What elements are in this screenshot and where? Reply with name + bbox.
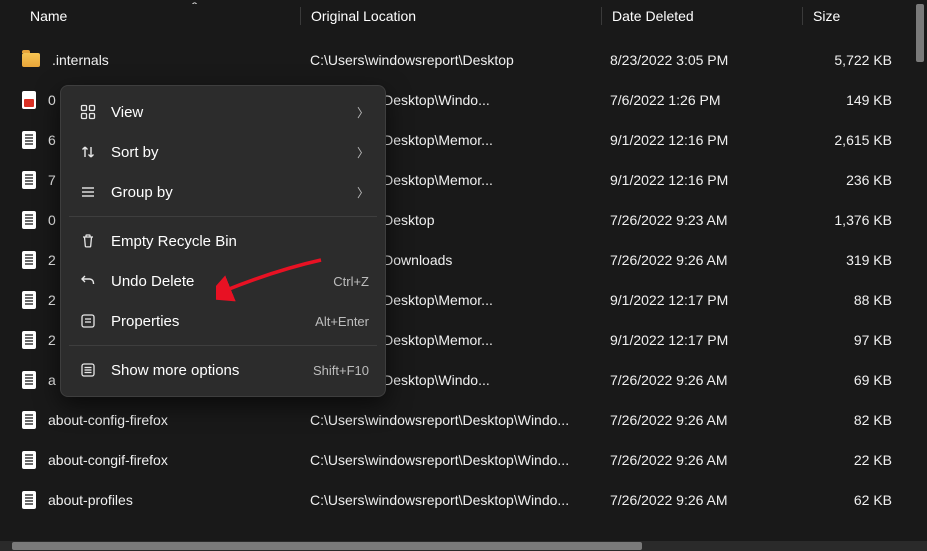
- file-size: 2,615 KB: [834, 132, 892, 148]
- file-location: C:\Users\windowsreport\Desktop\Windo...: [310, 452, 569, 468]
- table-row[interactable]: about-config-firefox C:\Users\windowsrepo…: [0, 400, 927, 440]
- file-date: 7/26/2022 9:26 AM: [610, 452, 728, 468]
- column-label: Original Location: [311, 8, 416, 24]
- menu-view[interactable]: View 〉: [67, 92, 379, 132]
- menu-show-more-options[interactable]: Show more options Shift+F10: [67, 350, 379, 390]
- file-size: 82 KB: [854, 412, 892, 428]
- column-label: Name: [30, 8, 67, 24]
- menu-separator: [69, 216, 377, 217]
- text-file-icon: [22, 211, 36, 229]
- file-date: 7/26/2022 9:26 AM: [610, 252, 728, 268]
- file-name: .internals: [52, 52, 109, 68]
- vertical-scrollbar[interactable]: [916, 4, 924, 62]
- file-size: 1,376 KB: [834, 212, 892, 228]
- file-date: 9/1/2022 12:16 PM: [610, 172, 728, 188]
- column-header-row: Name ˆ Original Location Date Deleted Si…: [0, 0, 927, 32]
- menu-label: Sort by: [111, 144, 357, 161]
- file-date: 7/26/2022 9:23 AM: [610, 212, 728, 228]
- text-file-icon: [22, 371, 36, 389]
- file-date: 9/1/2022 12:16 PM: [610, 132, 728, 148]
- file-name: 6: [48, 132, 56, 148]
- menu-label: Show more options: [111, 362, 313, 379]
- file-date: 9/1/2022 12:17 PM: [610, 332, 728, 348]
- sort-icon: [77, 144, 99, 160]
- file-size: 22 KB: [854, 452, 892, 468]
- file-size: 69 KB: [854, 372, 892, 388]
- menu-label: Group by: [111, 184, 357, 201]
- undo-icon: [77, 273, 99, 289]
- text-file-icon: [22, 491, 36, 509]
- chevron-right-icon: 〉: [357, 184, 369, 201]
- menu-label: View: [111, 104, 357, 121]
- more-options-icon: [77, 362, 99, 378]
- menu-empty-recycle-bin[interactable]: Empty Recycle Bin: [67, 221, 379, 261]
- menu-label: Properties: [111, 313, 315, 330]
- file-size: 149 KB: [846, 92, 892, 108]
- file-location: C:\Users\windowsreport\Desktop\Windo...: [310, 412, 569, 428]
- menu-label: Empty Recycle Bin: [111, 233, 369, 250]
- horizontal-scrollbar[interactable]: [12, 542, 642, 550]
- text-file-icon: [22, 331, 36, 349]
- menu-shortcut: Shift+F10: [313, 363, 369, 378]
- file-name: 2: [48, 292, 56, 308]
- properties-icon: [77, 313, 99, 329]
- menu-undo-delete[interactable]: Undo Delete Ctrl+Z: [67, 261, 379, 301]
- file-size: 5,722 KB: [834, 52, 892, 68]
- file-name: 0: [48, 212, 56, 228]
- file-name: 2: [48, 252, 56, 268]
- column-label: Size: [813, 8, 840, 24]
- text-file-icon: [22, 291, 36, 309]
- file-location: C:\Users\windowsreport\Desktop: [310, 52, 514, 68]
- table-row[interactable]: .internals C:\Users\windowsreport\Desktop…: [0, 40, 927, 80]
- file-name: about-config-firefox: [48, 412, 168, 428]
- menu-label: Undo Delete: [111, 273, 333, 290]
- text-file-icon: [22, 411, 36, 429]
- sort-ascending-icon: ˆ: [192, 2, 197, 13]
- file-size: 319 KB: [846, 252, 892, 268]
- file-size: 236 KB: [846, 172, 892, 188]
- group-icon: [77, 184, 99, 200]
- column-header-name[interactable]: Name ˆ: [0, 8, 300, 24]
- text-file-icon: [22, 131, 36, 149]
- column-label: Date Deleted: [612, 8, 694, 24]
- column-header-date[interactable]: Date Deleted: [602, 8, 802, 24]
- column-header-size[interactable]: Size: [803, 8, 923, 24]
- file-name: 2: [48, 332, 56, 348]
- menu-shortcut: Alt+Enter: [315, 314, 369, 329]
- file-name: 7: [48, 172, 56, 188]
- file-size: 88 KB: [854, 292, 892, 308]
- file-name: a: [48, 372, 56, 388]
- menu-sort-by[interactable]: Sort by 〉: [67, 132, 379, 172]
- file-name: about-profiles: [48, 492, 133, 508]
- text-file-icon: [22, 171, 36, 189]
- menu-separator: [69, 345, 377, 346]
- file-date: 9/1/2022 12:17 PM: [610, 292, 728, 308]
- file-name: 0: [48, 92, 56, 108]
- menu-group-by[interactable]: Group by 〉: [67, 172, 379, 212]
- folder-icon: [22, 53, 40, 67]
- menu-properties[interactable]: Properties Alt+Enter: [67, 301, 379, 341]
- file-date: 8/23/2022 3:05 PM: [610, 52, 728, 68]
- file-location: C:\Users\windowsreport\Desktop\Windo...: [310, 492, 569, 508]
- file-date: 7/6/2022 1:26 PM: [610, 92, 721, 108]
- text-file-icon: [22, 251, 36, 269]
- table-row[interactable]: about-profiles C:\Users\windowsreport\Des…: [0, 480, 927, 520]
- file-date: 7/26/2022 9:26 AM: [610, 492, 728, 508]
- column-header-location[interactable]: Original Location: [301, 8, 601, 24]
- trash-icon: [77, 233, 99, 249]
- context-menu: View 〉 Sort by 〉 Group by 〉 Empty Recycl…: [60, 85, 386, 397]
- file-name: about-congif-firefox: [48, 452, 168, 468]
- pdf-file-icon: [22, 91, 36, 109]
- grid-icon: [77, 104, 99, 120]
- file-size: 97 KB: [854, 332, 892, 348]
- menu-shortcut: Ctrl+Z: [333, 274, 369, 289]
- file-date: 7/26/2022 9:26 AM: [610, 372, 728, 388]
- chevron-right-icon: 〉: [357, 144, 369, 161]
- file-date: 7/26/2022 9:26 AM: [610, 412, 728, 428]
- text-file-icon: [22, 451, 36, 469]
- table-row[interactable]: about-congif-firefox C:\Users\windowsrepo…: [0, 440, 927, 480]
- file-size: 62 KB: [854, 492, 892, 508]
- chevron-right-icon: 〉: [357, 104, 369, 121]
